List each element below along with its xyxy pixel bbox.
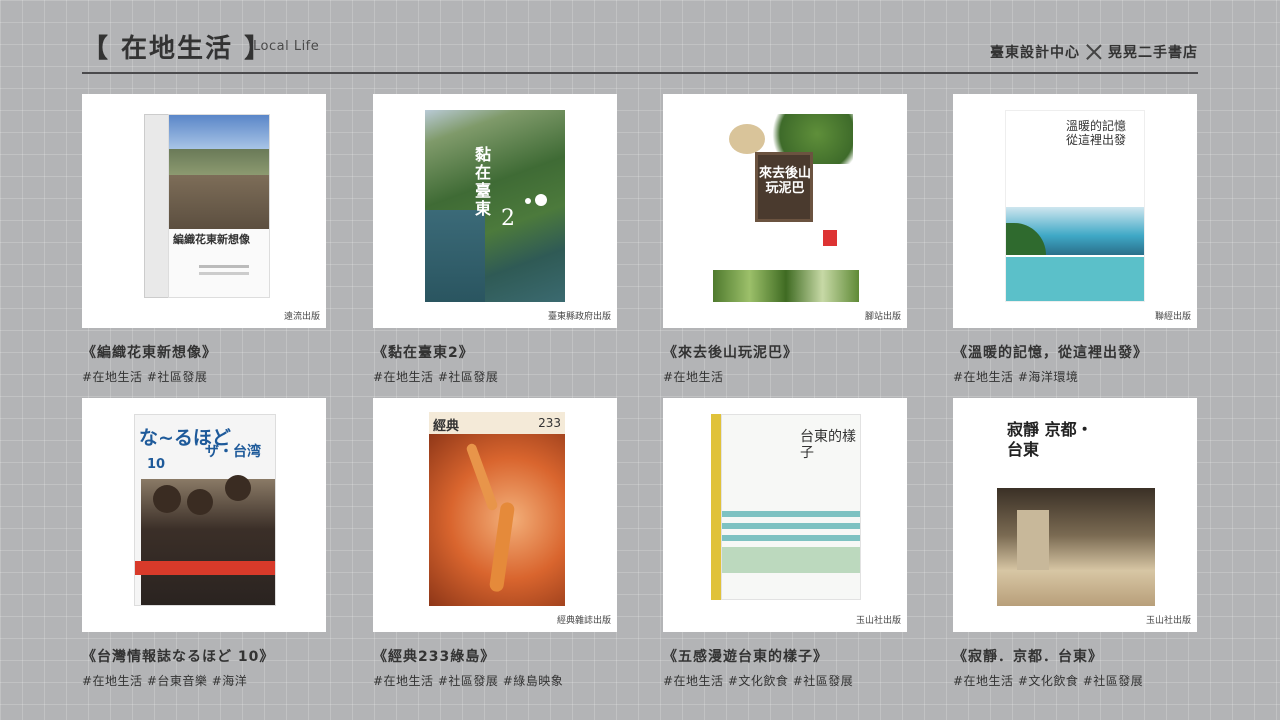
book-title[interactable]: 《經典233綠島》 [373,646,617,666]
book-cover: 來去後山玩泥巴 [713,110,859,302]
publisher-label: 聯經出版 [1154,312,1191,322]
cross-icon [1086,44,1102,60]
publisher-label: 臺東縣政府出版 [547,312,611,322]
cover-title-text: 溫暖的記憶 從這裡出發 [1066,119,1127,147]
book-cover-frame[interactable]: 來去後山玩泥巴 腳站出版 [663,94,907,328]
book-cover: 經典 233 [429,412,565,606]
publisher-label: 經典雜誌出版 [556,616,611,626]
book-cover: 黏在臺東 2 [425,110,565,302]
cover-title-text: 寂靜 京都・台東 [1007,420,1093,459]
collab-left: 臺東設計中心 [990,45,1080,61]
book-card[interactable]: な~るほど ザ・台湾 10 《台灣情報誌なるほど 10》 #在地生活 #台東音樂… [82,398,326,689]
book-cover-frame[interactable]: 溫暖的記憶 從這裡出發 聯經出版 [953,94,1197,328]
book-title[interactable]: 《台灣情報誌なるほど 10》 [82,646,326,666]
cover-number: 233 [538,416,561,430]
book-title[interactable]: 《寂靜．京都．台東》 [953,646,1197,666]
book-cover: 編織花東新想像 [168,114,270,298]
book-tags: #在地生活 [663,370,724,384]
book-title[interactable]: 《來去後山玩泥巴》 [663,342,907,362]
publisher-label: 玉山社出版 [855,616,901,626]
cover-title-text: 台東的樣子 [800,429,856,461]
cover-title-text: 經典 [433,419,460,434]
book-card[interactable]: 經典 233 經典雜誌出版 《經典233綠島》 #在地生活 #社區發展 #綠島映… [373,398,617,689]
collab-right: 晃晃二手書店 [1108,45,1198,61]
book-tags: #在地生活 #台東音樂 #海洋 [82,674,248,688]
book-cover-frame[interactable]: 黏在臺東 2 臺東縣政府出版 [373,94,617,328]
page-header: 【 在地生活 】 Local Life 臺東設計中心 晃晃二手書店 [82,28,1198,74]
cover-title-text: 編織花東新想像 [173,233,250,246]
book-title[interactable]: 《五感漫遊台東的樣子》 [663,646,907,666]
book-cover: な~るほど ザ・台湾 10 [134,414,276,606]
book-title[interactable]: 《黏在臺東2》 [373,342,617,362]
page-subtitle: Local Life [253,39,320,54]
cover-subtitle-text: ザ・台湾 [205,444,261,460]
book-tags: #在地生活 #社區發展 #綠島映象 [373,674,564,688]
book-tags: #在地生活 #文化飲食 #社區發展 [663,674,854,688]
cover-title-text: 來去後山玩泥巴 [758,166,811,196]
book-cover-frame[interactable]: な~るほど ザ・台湾 10 [82,398,326,632]
book-tags: #在地生活 #社區發展 [373,370,499,384]
book-cover-frame[interactable]: 台東的樣子 玉山社出版 [663,398,907,632]
book-title[interactable]: 《溫暖的記憶，從這裡出發》 [953,342,1197,362]
book-card[interactable]: 黏在臺東 2 臺東縣政府出版 《黏在臺東2》 #在地生活 #社區發展 [373,94,617,385]
publisher-label: 遠流出版 [283,312,320,322]
book-card[interactable]: 溫暖的記憶 從這裡出發 聯經出版 《溫暖的記憶，從這裡出發》 #在地生活 #海洋… [953,94,1197,385]
book-cover: 台東的樣子 [721,414,861,600]
book-card[interactable]: 台東的樣子 玉山社出版 《五感漫遊台東的樣子》 #在地生活 #文化飲食 #社區發… [663,398,907,689]
book-cover: 寂靜 京都・台東 [993,410,1157,610]
book-cover: 溫暖的記憶 從這裡出發 [1005,110,1145,302]
cover-number: 2 [501,206,515,231]
book-title[interactable]: 《編織花東新想像》 [82,342,326,362]
book-cover-frame[interactable]: 編織花東新想像 遠流出版 [82,94,326,328]
page-title: 【 在地生活 】 [82,34,273,64]
collaboration-credit: 臺東設計中心 晃晃二手書店 [990,42,1198,62]
book-card[interactable]: 編織花東新想像 遠流出版 《編織花東新想像》 #在地生活 #社區發展 [82,94,326,385]
cover-title-text: 黏在臺東 [475,145,492,218]
book-tags: #在地生活 #社區發展 [82,370,208,384]
book-card[interactable]: 來去後山玩泥巴 腳站出版 《來去後山玩泥巴》 #在地生活 [663,94,907,385]
cover-number: 10 [147,457,166,472]
book-spine [144,114,170,298]
book-tags: #在地生活 #文化飲食 #社區發展 [953,674,1144,688]
book-tags: #在地生活 #海洋環境 [953,370,1079,384]
book-card[interactable]: 寂靜 京都・台東 玉山社出版 《寂靜．京都．台東》 #在地生活 #文化飲食 #社… [953,398,1197,689]
publisher-label: 玉山社出版 [1145,616,1191,626]
publisher-label: 腳站出版 [864,312,901,322]
book-cover-frame[interactable]: 寂靜 京都・台東 玉山社出版 [953,398,1197,632]
book-cover-frame[interactable]: 經典 233 經典雜誌出版 [373,398,617,632]
